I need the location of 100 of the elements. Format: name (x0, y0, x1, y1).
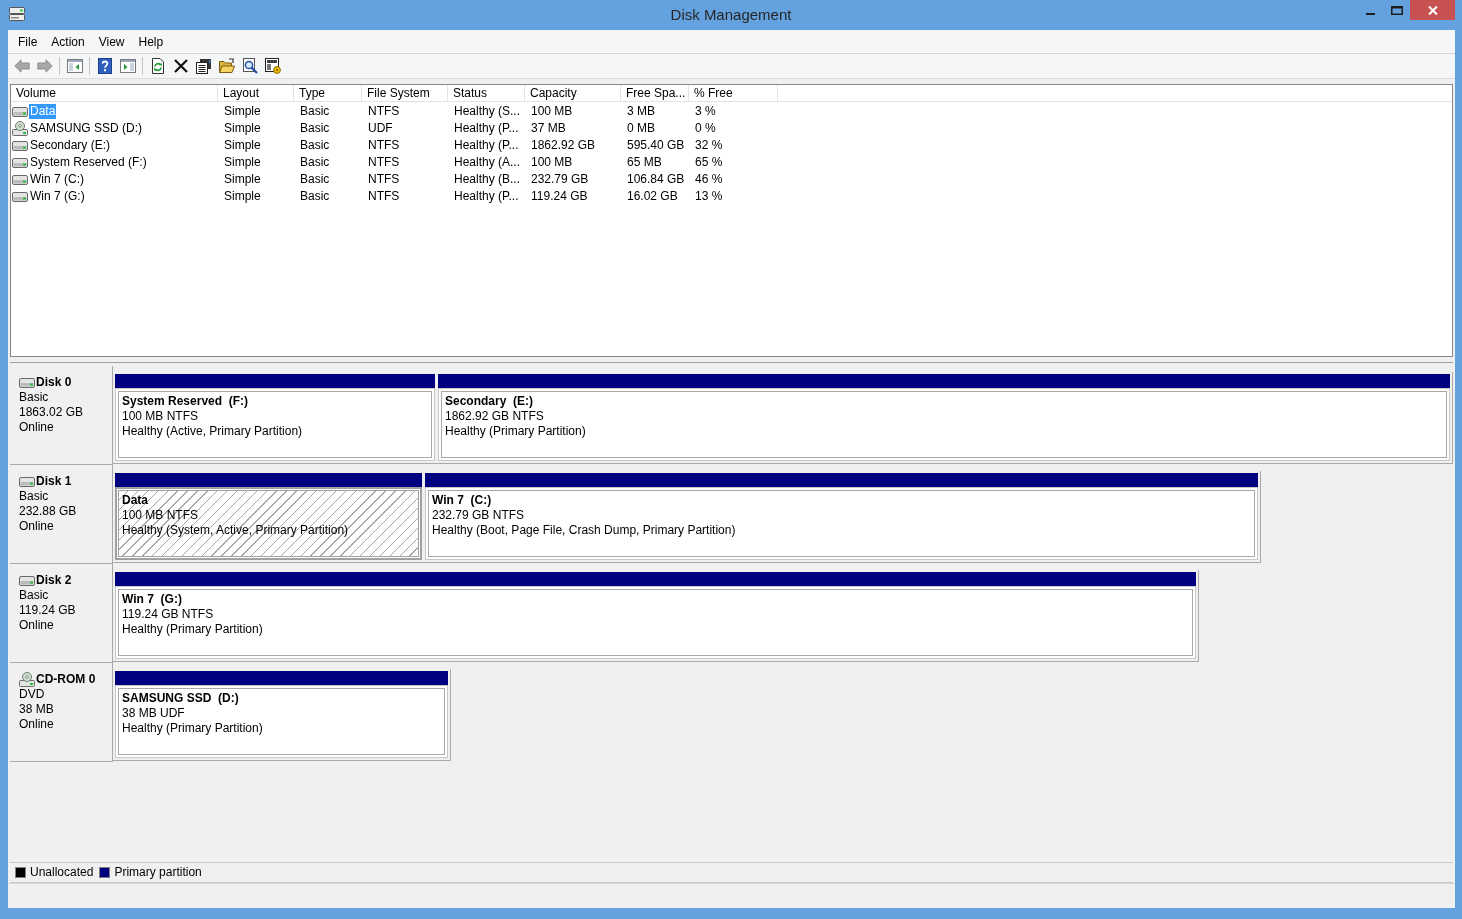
disk-type: Basic (19, 489, 49, 504)
hard-drive-icon (19, 377, 35, 388)
table-cell: 65 MB (627, 155, 662, 170)
table-cell: 232.79 GB (531, 172, 589, 187)
partition-name: System Reserved (F:) (122, 394, 249, 409)
column-header[interactable]: Type (294, 85, 362, 101)
partition-status: Healthy (System, Active, Primary Partition) (122, 523, 349, 538)
partition-box[interactable]: Secondary (E:) 1862.92 GB NTFS Healthy (Primary Partition) (438, 388, 1450, 461)
table-cell: NTFS (368, 138, 400, 153)
partition-size: 100 MB NTFS (122, 508, 199, 523)
table-cell: Healthy (S... (454, 104, 521, 119)
partition-status: Healthy (Boot, Page File, Crash Dump, Primary Partition) (432, 523, 736, 538)
table-cell: Healthy (P... (454, 138, 519, 153)
menu-item[interactable]: Action (44, 32, 92, 51)
refresh-icon (149, 58, 166, 74)
disk-info-panel[interactable]: CD-ROM 0 DVD 38 MB Online (10, 663, 113, 762)
partition-size: 38 MB UDF (122, 706, 185, 721)
volume-name[interactable]: Win 7 (C:) (29, 172, 85, 187)
table-cell: Basic (300, 189, 330, 204)
column-header[interactable]: % Free (689, 85, 778, 101)
table-cell: NTFS (368, 104, 400, 119)
column-header[interactable]: Free Spa... (621, 85, 689, 101)
minimize-icon (1365, 13, 1375, 15)
table-cell: Basic (300, 155, 330, 170)
volume-name[interactable]: SAMSUNG SSD (D:) (29, 121, 143, 136)
column-header[interactable]: Layout (218, 85, 294, 101)
volume-name[interactable]: System Reserved (F:) (29, 155, 148, 170)
partition-name: SAMSUNG SSD (D:) (122, 691, 239, 706)
table-cell: NTFS (368, 172, 400, 187)
column-header[interactable]: Status (448, 85, 525, 101)
menu-item[interactable]: Help (131, 32, 171, 51)
table-cell: NTFS (368, 189, 400, 204)
disk-info-panel[interactable]: Disk 1 Basic 232.88 GB Online (10, 465, 113, 564)
disk-size: 38 MB (19, 702, 54, 717)
right-arrow-icon (36, 58, 53, 74)
partition-name: Secondary (E:) (445, 394, 534, 409)
menu-item[interactable]: File (11, 32, 45, 51)
table-cell: 46 % (695, 172, 723, 187)
document-icon (195, 58, 212, 74)
disk-size: 232.88 GB (19, 504, 77, 519)
hard-drive-icon (12, 157, 28, 168)
partition-box[interactable]: System Reserved (F:) 100 MB NTFS Healthy (Active, Primary Partition) (115, 388, 435, 461)
table-cell: Healthy (A... (454, 155, 521, 170)
partition-box[interactable]: SAMSUNG SSD (D:) 38 MB UDF Healthy (Primary Partition) (115, 685, 448, 758)
panel-left-icon (66, 58, 83, 74)
window-title: Disk Management (670, 5, 792, 25)
table-cell: Simple (224, 121, 261, 136)
partition-size: 100 MB NTFS (122, 409, 199, 424)
partition-size: 1862.92 GB NTFS (445, 409, 544, 424)
table-cell: 106.84 GB (627, 172, 685, 187)
disk-info-panel[interactable]: Disk 0 Basic 1863.02 GB Online (10, 366, 113, 465)
hard-drive-icon (12, 174, 28, 185)
table-cell: 32 % (695, 138, 723, 153)
table-cell: Healthy (P... (454, 189, 519, 204)
table-cell: UDF (368, 121, 393, 136)
disk-name: CD-ROM 0 (36, 672, 96, 687)
close-button[interactable] (1410, 0, 1455, 20)
disk-info-panel[interactable]: Disk 2 Basic 119.24 GB Online (10, 564, 113, 663)
partition-box[interactable]: Data 100 MB NTFS Healthy (System, Active, Primary Partition) (115, 487, 422, 560)
disk-name: Disk 1 (36, 474, 72, 489)
partition-box[interactable]: Win 7 (C:) 232.79 GB NTFS Healthy (Boot, Page File, Crash Dump, Primary Partition) (425, 487, 1258, 560)
hard-drive-icon (12, 140, 28, 151)
disk-status: Online (19, 717, 54, 732)
table-cell: Healthy (P... (454, 121, 519, 136)
partition-status: Healthy (Primary Partition) (122, 721, 263, 736)
column-header[interactable]: File System (362, 85, 448, 101)
menu-item[interactable]: View (91, 32, 132, 51)
panel-right-icon (119, 58, 136, 74)
table-cell: 3 MB (627, 104, 655, 119)
table-cell: NTFS (368, 155, 400, 170)
table-cell: 37 MB (531, 121, 566, 136)
table-cell: Healthy (B... (454, 172, 521, 187)
table-cell: 100 MB (531, 104, 573, 119)
column-header[interactable]: Capacity (525, 85, 621, 101)
table-cell: Basic (300, 104, 330, 119)
table-cell: Simple (224, 172, 261, 187)
maximize-icon (1390, 6, 1403, 15)
partition-status: Healthy (Primary Partition) (445, 424, 586, 439)
table-cell: 0 % (695, 121, 716, 136)
partition-name: Data (122, 493, 148, 508)
table-cell: 0 MB (627, 121, 655, 136)
table-cell: Basic (300, 138, 330, 153)
help-icon (96, 58, 113, 74)
disk-status: Online (19, 618, 54, 633)
column-header[interactable]: Volume (11, 85, 218, 101)
disk-size: 119.24 GB (19, 603, 76, 618)
search-icon (241, 58, 258, 74)
table-cell: Simple (224, 138, 261, 153)
hard-drive-icon (12, 106, 28, 117)
hard-drive-icon (12, 191, 28, 202)
partition-name: Win 7 (C:) (432, 493, 492, 508)
drive-stack-icon (9, 6, 25, 22)
table-cell: 65 % (695, 155, 723, 170)
volume-name[interactable]: Win 7 (G:) (29, 189, 86, 204)
partition-box[interactable]: Win 7 (G:) 119.24 GB NTFS Healthy (Primary Partition) (115, 586, 1196, 659)
table-cell: 3 % (695, 104, 716, 119)
volume-name[interactable]: Secondary (E:) (29, 138, 112, 153)
table-cell: Basic (300, 121, 330, 136)
table-cell: Simple (224, 189, 261, 204)
table-cell: 119.24 GB (531, 189, 588, 204)
